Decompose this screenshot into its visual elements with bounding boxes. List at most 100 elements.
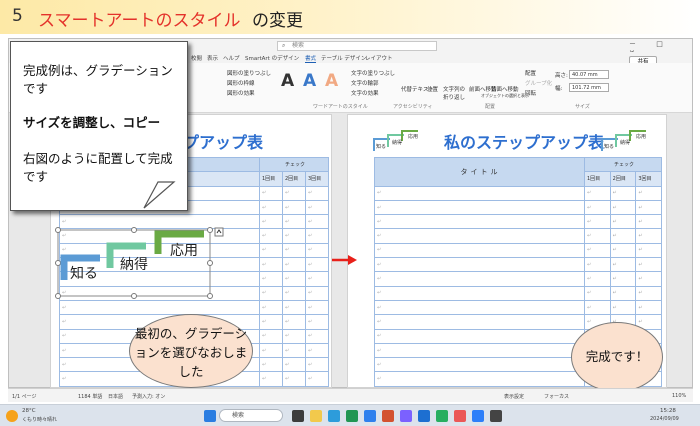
weather-icon[interactable] (6, 410, 18, 422)
tab-view[interactable]: 表示 (207, 54, 218, 62)
search-icon: ⌕ (282, 42, 286, 49)
round-header-2: 2回目 (282, 171, 306, 187)
powerpoint-icon[interactable] (382, 410, 394, 422)
app3-icon[interactable] (454, 410, 466, 422)
group-label-size: サイズ (575, 104, 590, 110)
search-input[interactable]: ⌕ 検索 (277, 41, 437, 51)
group-label-wordart: ワードアートのスタイル (313, 104, 368, 110)
app2-icon[interactable] (436, 410, 448, 422)
edge-icon[interactable] (328, 410, 340, 422)
app-icon[interactable] (400, 410, 412, 422)
clock-date[interactable]: 2024/09/09 (650, 416, 679, 422)
vscode-icon[interactable] (472, 410, 484, 422)
predictive-input[interactable]: 予測入力: オン (132, 393, 165, 400)
step-1-label[interactable]: 知る (70, 263, 98, 283)
section-title-highlight: スマートアートのスタイル (38, 11, 241, 31)
text-fill-button[interactable]: 文字の塗りつぶし (351, 69, 395, 77)
clock-time[interactable]: 15:28 (660, 408, 676, 414)
wordart-style-2[interactable]: A (303, 71, 316, 91)
table-row: ↵↵↵↵ (374, 285, 662, 301)
taskbar: 28°C くもり時々晴れ 検索 15:28 2024/09/09 (0, 404, 700, 426)
table-row: ↵↵↵↵ (374, 228, 662, 244)
mini-step-1b: 知る (604, 144, 615, 150)
shape-effect-button[interactable]: 図形の効果 (227, 89, 255, 97)
doc-title-left: プアップ表 (183, 133, 264, 152)
position-button[interactable]: 位置 (427, 85, 438, 93)
tab-smartart-design[interactable]: SmartArt のデザイン (245, 54, 299, 62)
table-row: ↵↵↵↵ (374, 271, 662, 287)
section-title-rest: の変更 (252, 11, 303, 31)
speech-bubble-right: 完成です！ (571, 322, 663, 392)
table-row: ↵↵↵↵ (374, 299, 662, 316)
wrap-text-button[interactable]: 文字列の折り返し (443, 85, 467, 101)
note-line-1: 完成例は、グラデーションです (23, 63, 173, 96)
height-input[interactable]: 40.07 mm (569, 70, 609, 79)
group-label-accessibility: アクセシビリティ (393, 104, 433, 110)
note-line-2: サイズを調整し、コピー (23, 115, 161, 130)
status-bar: 1/1 ページ 1184 単語 日本語 予測入力: オン 表示設定 フォーカス … (8, 388, 693, 402)
group-label-arrange: 配置 (485, 104, 496, 110)
table-row: ↵↵↵↵ (59, 299, 329, 316)
mini-step-2b: 納得 (620, 140, 631, 146)
text-effect-button[interactable]: 文字の効果 (351, 89, 379, 97)
check-header: チェック (259, 156, 329, 173)
round-header-1: 1回目 (259, 171, 283, 187)
tab-table-design[interactable]: テーブル デザイン (321, 54, 366, 62)
table-row: ↵↵↵↵ (374, 214, 662, 230)
callout-tail (143, 181, 176, 209)
display-settings[interactable]: 表示設定 (504, 393, 524, 400)
mini-step-1: 知る (376, 144, 387, 150)
explorer-icon[interactable] (310, 410, 322, 422)
language[interactable]: 日本語 (108, 393, 123, 400)
word-count[interactable]: 1184 単語 (78, 393, 102, 400)
focus-mode[interactable]: フォーカス (544, 393, 569, 400)
rotate-button[interactable]: 回転 (525, 89, 536, 97)
send-backward-button[interactable]: 背面へ移動 (491, 85, 519, 93)
tab-help[interactable]: ヘルプ (223, 54, 240, 62)
table-row: ↵↵↵↵ (374, 242, 662, 259)
shape-outline-button[interactable]: 図形の枠線 (227, 79, 255, 87)
doc-title-right: 私のステップアップ表 (444, 133, 605, 152)
table-row: ↵↵↵↵ (374, 199, 662, 216)
taskbar-search[interactable]: 検索 (219, 409, 283, 422)
page-count[interactable]: 1/1 ページ (12, 393, 37, 400)
round-header-3: 3回目 (305, 171, 329, 187)
title-header: タイトル (374, 157, 585, 187)
round-header-r2: 2回目 (609, 171, 637, 187)
width-input[interactable]: 101.72 mm (569, 83, 609, 92)
text-outline-button[interactable]: 文字の輪郭 (351, 79, 379, 87)
app4-icon[interactable] (490, 410, 502, 422)
selection-pane-button[interactable]: オブジェクトの選択と表示 (481, 93, 529, 99)
table-row: ↵↵↵↵ (374, 257, 662, 273)
outlook-icon[interactable] (418, 410, 430, 422)
shape-fill-button[interactable]: 図形の塗りつぶし (227, 69, 271, 77)
width-label: 幅: (555, 86, 563, 92)
round-header-r3: 3回目 (635, 171, 662, 187)
tab-review[interactable]: 校閲 (191, 54, 202, 62)
mini-step-2: 納得 (392, 140, 403, 146)
round-header-r1: 1回目 (584, 171, 611, 187)
zoom-level[interactable]: 110% (672, 393, 686, 399)
section-number: 5 (12, 6, 23, 26)
tab-layout[interactable]: レイアウト (365, 54, 393, 62)
weather-desc[interactable]: くもり時々晴れ (22, 416, 57, 423)
step-3-label[interactable]: 応用 (170, 240, 198, 260)
height-label: 高さ: (555, 73, 568, 79)
wordart-style-1[interactable]: A (281, 71, 294, 91)
taskview-icon[interactable] (292, 410, 304, 422)
check-header-right: チェック (584, 156, 662, 173)
align-button[interactable]: 配置 (525, 69, 536, 77)
word-icon[interactable] (364, 410, 376, 422)
search-placeholder: 検索 (292, 42, 305, 49)
arrow-right-icon (332, 255, 357, 265)
mini-step-3: 応用 (408, 134, 419, 140)
weather-temp[interactable]: 28°C (22, 408, 36, 414)
group-button[interactable]: グループ化 (525, 79, 552, 87)
step-2-label[interactable]: 納得 (120, 254, 148, 274)
excel-icon[interactable] (346, 410, 358, 422)
start-icon[interactable] (204, 410, 216, 422)
speech-bubble-left: 最初の、グラデーションを選びなおしました (129, 314, 253, 388)
wordart-style-3[interactable]: A (325, 71, 338, 91)
tab-format[interactable]: 書式 (305, 54, 317, 63)
mini-step-3b: 応用 (636, 134, 647, 140)
